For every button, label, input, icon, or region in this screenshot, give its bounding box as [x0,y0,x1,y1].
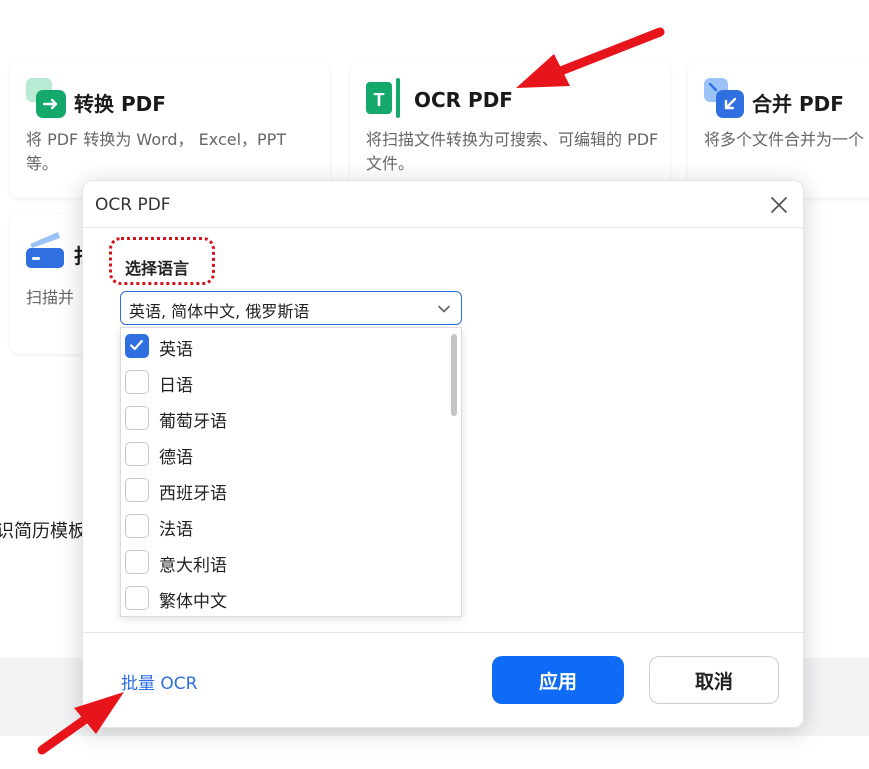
apply-button[interactable]: 应用 [492,656,624,704]
card-description: 将扫描文件转换为可搜索、可编辑的 PDF 文件。 [366,130,659,173]
language-option-german[interactable]: 德语 [121,436,451,472]
cancel-button[interactable]: 取消 [649,656,779,704]
card-description: 将 PDF 转换为 Word， Excel，PPT 等。 [26,130,287,173]
checkbox[interactable] [125,586,149,610]
checkbox-checked[interactable] [125,334,149,358]
annotation-arrow-icon [37,692,124,755]
footer-divider [83,632,803,633]
annotation-arrow-icon [516,27,665,88]
card-title: 合并 PDF [752,92,844,116]
language-section-label: 选择语言 [125,259,190,278]
close-icon[interactable] [767,193,791,217]
checkbox[interactable] [125,442,149,466]
language-option-label: 日语 [159,376,193,396]
language-option-italian[interactable]: 意大利语 [121,544,451,580]
language-option-spanish[interactable]: 西班牙语 [121,472,451,508]
checkmark-icon [130,339,143,351]
language-option-portuguese[interactable]: 葡萄牙语 [121,400,451,436]
language-option-japanese[interactable]: 日语 [121,364,451,400]
language-option-french[interactable]: 法语 [121,508,451,544]
language-option-label: 繁体中文 [159,592,227,612]
convert-icon [26,78,66,118]
ocr-icon: T [366,78,400,118]
tool-card-merge-pdf[interactable]: 合并 PDF 将多个文件合并为一个 [688,62,869,198]
language-dropdown-list[interactable]: 英语 日语 葡萄牙语 德语 西班牙语 法语 意大利语 繁体中文 [120,327,462,617]
card-title: 转换 PDF [74,92,166,116]
language-option-label: 法语 [159,520,193,540]
language-option-label: 葡萄牙语 [159,412,227,432]
merge-icon [704,78,744,118]
language-option-label: 英语 [159,340,193,360]
dialog-title: OCR PDF [95,195,171,215]
chevron-down-icon [438,305,450,313]
language-option-label: 西班牙语 [159,484,227,504]
scanner-icon [26,232,64,268]
card-title: OCR PDF [414,88,513,112]
language-option-label: 意大利语 [159,556,227,576]
ocr-dialog: OCR PDF 选择语言 英语, 简体中文, 俄罗斯语 英语 日语 葡萄牙语 德… [82,180,804,728]
tool-card-convert-pdf[interactable]: 转换 PDF 将 PDF 转换为 Word， Excel，PPT 等。 [10,62,330,198]
language-option-label: 德语 [159,448,193,468]
language-option-traditional-chinese[interactable]: 繁体中文 [121,580,451,616]
checkbox[interactable] [125,550,149,574]
language-option-english[interactable]: 英语 [121,328,451,364]
svg-text:T: T [374,90,385,110]
checkbox[interactable] [125,514,149,538]
tool-card-scan[interactable]: 扫 扫描并 [10,214,94,354]
dialog-header: OCR PDF [83,181,803,228]
checkbox[interactable] [125,406,149,430]
card-description: 将多个文件合并为一个 [704,130,865,149]
checkbox[interactable] [125,370,149,394]
language-select-value: 英语, 简体中文, 俄罗斯语 [129,302,310,321]
list-scrollbar[interactable] [451,334,457,416]
language-select[interactable]: 英语, 简体中文, 俄罗斯语 [120,291,462,325]
checkbox[interactable] [125,478,149,502]
document-title-partial: 识简历模板 [0,521,86,542]
